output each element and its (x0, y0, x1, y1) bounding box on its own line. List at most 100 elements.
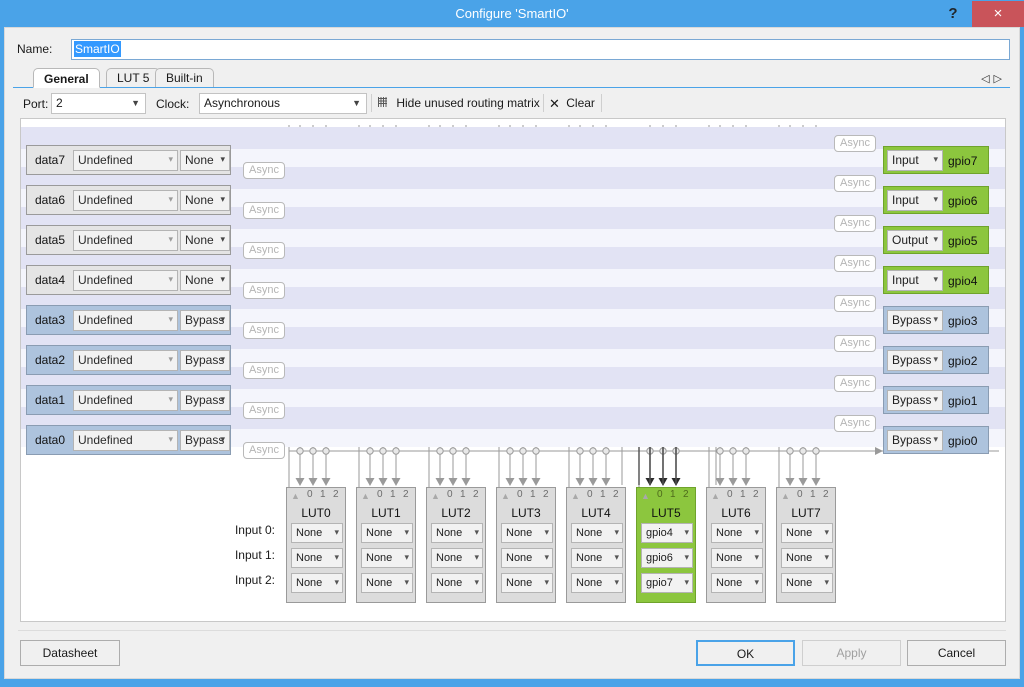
data-row-sync-select[interactable]: Bypass ▾ (180, 390, 230, 411)
data-row-source-select[interactable]: Undefined ▾ (73, 230, 178, 251)
gpio-row[interactable]: Bypass ▾ gpio2 (883, 346, 989, 374)
close-icon[interactable]: × (972, 1, 1024, 27)
lut-input-select[interactable]: None ▾ (781, 523, 833, 543)
lut-box[interactable]: ▲ 0 1 2 LUT1 None ▾ None ▾ None ▾ (356, 487, 416, 603)
routing-matrix-panel: data7 Undefined ▾ None ▾ Async data6 Undef… (20, 118, 1006, 622)
name-input[interactable]: SmartIO (71, 39, 1010, 60)
gpio-row[interactable]: Bypass ▾ gpio1 (883, 386, 989, 414)
lut-input-select[interactable]: gpio4 ▾ (641, 523, 693, 543)
lut-input-select[interactable]: None ▾ (711, 573, 763, 593)
data-row[interactable]: data4 Undefined ▾ None ▾ (26, 265, 231, 295)
lut-input-select[interactable]: None ▾ (781, 573, 833, 593)
data-row[interactable]: data7 Undefined ▾ None ▾ (26, 145, 231, 175)
chevron-down-icon: ▾ (220, 234, 225, 244)
lut-header: ▲ 0 1 2 (637, 488, 695, 502)
lut-input-select[interactable]: gpio7 ▾ (641, 573, 693, 593)
data-row-source-select[interactable]: Undefined ▾ (73, 430, 178, 451)
ok-button[interactable]: OK (696, 640, 795, 666)
lut-input-select[interactable]: gpio6 ▾ (641, 548, 693, 568)
lut-input-select[interactable]: None ▾ (431, 573, 483, 593)
clear-button[interactable]: ✕ Clear (549, 94, 595, 113)
lut-input-select[interactable]: None ▾ (571, 548, 623, 568)
chevron-down-icon: ▾ (404, 527, 409, 537)
gpio-row[interactable]: Bypass ▾ gpio3 (883, 306, 989, 334)
gpio-mode-select[interactable]: Input ▾ (887, 270, 943, 291)
gpio-row[interactable]: Input ▾ gpio6 (883, 186, 989, 214)
data-row-source-select[interactable]: Undefined ▾ (73, 270, 178, 291)
lut-col-2: 2 (753, 489, 759, 500)
lut-input-select[interactable]: None ▾ (361, 548, 413, 568)
lut-input-select[interactable]: None ▾ (291, 573, 343, 593)
lut-input-select[interactable]: None ▾ (711, 548, 763, 568)
datasheet-button[interactable]: Datasheet (20, 640, 120, 666)
apply-button[interactable]: Apply (802, 640, 901, 666)
help-icon[interactable]: ? (938, 0, 968, 27)
lut-input-select[interactable]: None ▾ (291, 523, 343, 543)
chevron-down-icon: ▾ (544, 577, 549, 587)
lut-input-select[interactable]: None ▾ (431, 523, 483, 543)
async-badge: Async (834, 295, 876, 312)
cancel-button[interactable]: Cancel (907, 640, 1006, 666)
lut-input-select[interactable]: None ▾ (291, 548, 343, 568)
gpio-row[interactable]: Bypass ▾ gpio0 (883, 426, 989, 454)
clock-select[interactable]: Asynchronous ▼ (199, 93, 367, 114)
lut-input-select[interactable]: None ▾ (361, 523, 413, 543)
gpio-name: gpio2 (948, 354, 978, 368)
lut-header: ▲ 0 1 2 (427, 488, 485, 502)
gpio-row[interactable]: Output ▾ gpio5 (883, 226, 989, 254)
gpio-mode-select[interactable]: Bypass ▾ (887, 310, 943, 331)
data-row-source-select[interactable]: Undefined ▾ (73, 310, 178, 331)
lut-box[interactable]: ▲ 0 1 2 LUT0 None ▾ None ▾ None ▾ (286, 487, 346, 603)
data-row[interactable]: data0 Undefined ▾ Bypass ▾ (26, 425, 231, 455)
data-row-sync-select[interactable]: None ▾ (180, 150, 230, 171)
data-row[interactable]: data1 Undefined ▾ Bypass ▾ (26, 385, 231, 415)
data-row-source-select[interactable]: Undefined ▾ (73, 390, 178, 411)
lut-box[interactable]: ▲ 0 1 2 LUT5 gpio4 ▾ gpio6 ▾ gpio7 ▾ (636, 487, 696, 603)
data-row-sync-select[interactable]: None ▾ (180, 190, 230, 211)
tab-next-icon[interactable]: ▷ (994, 73, 1006, 85)
lut-input-select[interactable]: None ▾ (571, 523, 623, 543)
gpio-mode-select[interactable]: Bypass ▾ (887, 350, 943, 371)
gpio-mode-select[interactable]: Bypass ▾ (887, 390, 943, 411)
data-row[interactable]: data6 Undefined ▾ None ▾ (26, 185, 231, 215)
lut-input-select[interactable]: None ▾ (431, 548, 483, 568)
lut-box[interactable]: ▲ 0 1 2 LUT4 None ▾ None ▾ None ▾ (566, 487, 626, 603)
data-row-sync-select[interactable]: None ▾ (180, 230, 230, 251)
data-row-sync-select[interactable]: Bypass ▾ (180, 350, 230, 371)
gpio-row[interactable]: Input ▾ gpio4 (883, 266, 989, 294)
lut-box[interactable]: ▲ 0 1 2 LUT3 None ▾ None ▾ None ▾ (496, 487, 556, 603)
lut-input-select[interactable]: None ▾ (501, 523, 553, 543)
tab-general[interactable]: General (33, 68, 100, 88)
lut-input-select[interactable]: None ▾ (711, 523, 763, 543)
lut-input-select[interactable]: None ▾ (361, 573, 413, 593)
gpio-row[interactable]: Input ▾ gpio7 (883, 146, 989, 174)
data-row-sync-select[interactable]: Bypass ▾ (180, 430, 230, 451)
async-badge: Async (243, 442, 285, 459)
data-row-source-select[interactable]: Undefined ▾ (73, 350, 178, 371)
data-row-sync-select[interactable]: Bypass ▾ (180, 310, 230, 331)
lut-input-select[interactable]: None ▾ (501, 548, 553, 568)
lut-input-select[interactable]: None ▾ (571, 573, 623, 593)
lut-box[interactable]: ▲ 0 1 2 LUT6 None ▾ None ▾ None ▾ (706, 487, 766, 603)
lut-input-select[interactable]: None ▾ (781, 548, 833, 568)
lut-box[interactable]: ▲ 0 1 2 LUT2 None ▾ None ▾ None ▾ (426, 487, 486, 603)
data-row[interactable]: data2 Undefined ▾ Bypass ▾ (26, 345, 231, 375)
chevron-down-icon: ▾ (933, 234, 938, 244)
data-row-sync-select[interactable]: None ▾ (180, 270, 230, 291)
gpio-mode-select[interactable]: Input ▾ (887, 150, 943, 171)
tab-lut5[interactable]: LUT 5 (106, 68, 161, 87)
data-row-source-select[interactable]: Undefined ▾ (73, 190, 178, 211)
lut-box[interactable]: ▲ 0 1 2 LUT7 None ▾ None ▾ None ▾ (776, 487, 836, 603)
lut-input-select[interactable]: None ▾ (501, 573, 553, 593)
data-row-source-select[interactable]: Undefined ▾ (73, 150, 178, 171)
tab-nav[interactable]: ◁▷ (981, 72, 1006, 85)
gpio-mode-select[interactable]: Bypass ▾ (887, 430, 943, 451)
gpio-mode-select[interactable]: Input ▾ (887, 190, 943, 211)
port-select[interactable]: 2 ▼ (51, 93, 146, 114)
tab-builtin[interactable]: Built-in (155, 68, 214, 87)
hide-unused-routing-matrix-button[interactable]: Hide unused routing matrix (377, 94, 540, 113)
data-row[interactable]: data5 Undefined ▾ None ▾ (26, 225, 231, 255)
gpio-mode-select[interactable]: Output ▾ (887, 230, 943, 251)
data-row[interactable]: data3 Undefined ▾ Bypass ▾ (26, 305, 231, 335)
tab-prev-icon[interactable]: ◁ (981, 73, 993, 85)
